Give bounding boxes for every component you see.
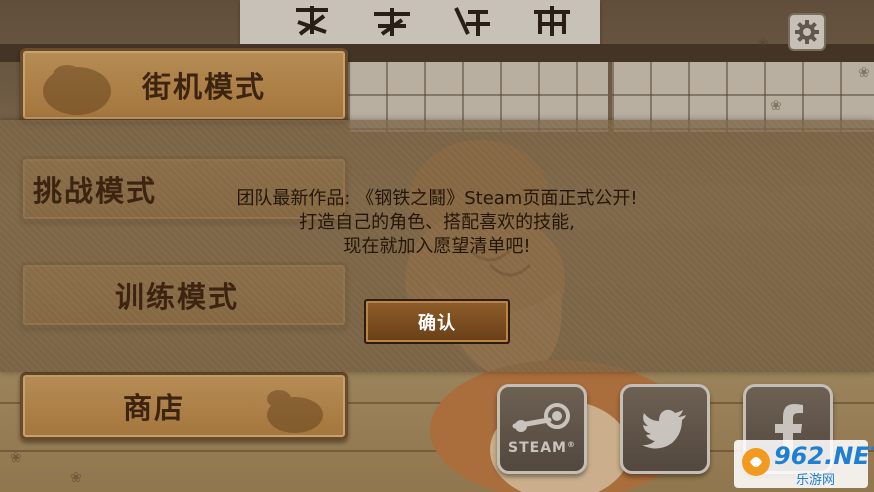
- hamster-emblem-icon: [43, 65, 111, 115]
- watermark-logo-icon: [742, 448, 770, 476]
- watermark-subtitle: 乐游网: [796, 473, 836, 488]
- modal-backdrop: [0, 0, 874, 120]
- announcement-line-2: 打造自己的角色、搭配喜欢的技能,: [299, 212, 575, 233]
- watermark-number: 962.NET: [774, 442, 874, 470]
- site-watermark: 962.NET 乐游网: [734, 440, 874, 488]
- challenge-mode-label: 挑战模式: [33, 174, 158, 208]
- confirm-button[interactable]: 确认: [364, 299, 510, 344]
- arcade-mode-label: 街机模式: [141, 70, 266, 104]
- training-mode-label: 训练模式: [115, 280, 240, 314]
- announcement-line-3: 现在就加入愿望清单吧!: [343, 236, 531, 257]
- hamster-emblem-icon: [267, 390, 323, 433]
- shop-label: 商店: [122, 391, 185, 425]
